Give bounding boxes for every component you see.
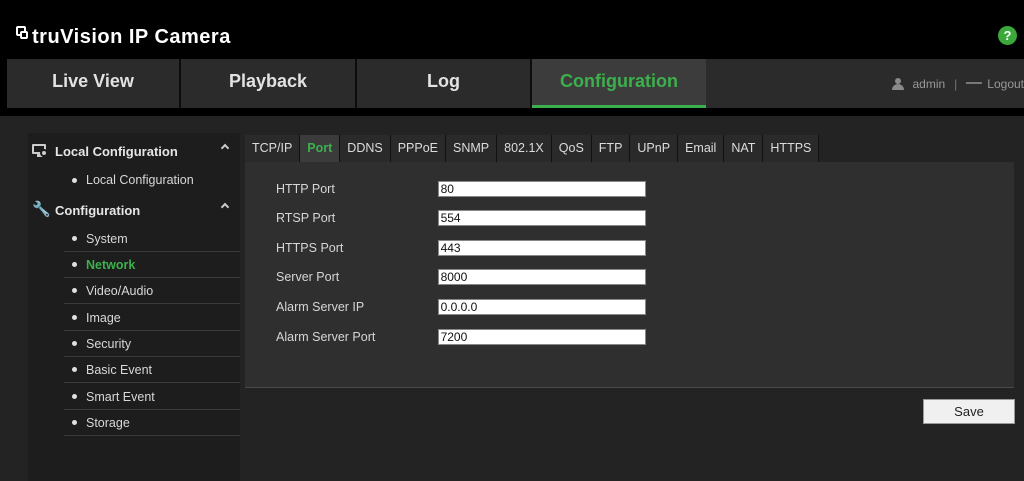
form-row-alarm-server-port: Alarm Server Port xyxy=(276,329,646,345)
brand-logo: truVision IP Camera xyxy=(14,12,231,48)
username: admin xyxy=(912,76,946,91)
sidebar-item-label: Security xyxy=(86,336,132,351)
user-area: admin | Logout xyxy=(892,59,1024,108)
field-label: Alarm Server IP xyxy=(276,300,365,314)
sidebar-item-label: Image xyxy=(86,310,121,325)
section-label: Configuration xyxy=(55,202,141,218)
app-title: truVision IP Camera xyxy=(32,26,231,48)
chevron-up-icon[interactable] xyxy=(220,202,230,212)
subtab-snmp[interactable]: SNMP xyxy=(446,135,498,162)
logout-link[interactable]: Logout xyxy=(987,77,1024,91)
alarm-server-ip-input[interactable] xyxy=(437,299,646,315)
sidebar-item-video-audio[interactable]: Video/Audio xyxy=(64,278,240,304)
logout-icon[interactable] xyxy=(966,82,983,87)
form-row-http-port: HTTP Port xyxy=(276,181,646,197)
tab-live-view[interactable]: Live View xyxy=(7,59,181,108)
network-subtabs: TCP/IP Port DDNS PPPoE SNMP 802.1X QoS F… xyxy=(245,135,820,162)
subtab-pppoe[interactable]: PPPoE xyxy=(390,135,447,162)
http-port-input[interactable] xyxy=(437,181,646,197)
sidebar-item-label: Smart Event xyxy=(86,389,155,404)
form-row-server-port: Server Port xyxy=(276,269,646,285)
tab-playback[interactable]: Playback xyxy=(181,59,357,108)
field-label: RTSP Port xyxy=(276,211,336,225)
sidebar-item-label: Local Configuration xyxy=(86,173,194,187)
https-port-input[interactable] xyxy=(437,240,646,256)
top-navigation: Live View Playback Log Configuration adm… xyxy=(7,59,1024,108)
save-button[interactable]: Save xyxy=(923,399,1015,424)
sidebar-item-image[interactable]: Image xyxy=(64,305,240,331)
sidebar-item-system[interactable]: System xyxy=(64,226,240,252)
field-label: Server Port xyxy=(276,270,340,284)
field-label: HTTPS Port xyxy=(276,241,344,255)
user-icon xyxy=(892,77,905,90)
bullet-icon xyxy=(72,341,77,346)
sidebar-item-label: Basic Event xyxy=(86,362,153,377)
tab-configuration[interactable]: Configuration xyxy=(532,59,706,108)
sidebar-item-storage[interactable]: Storage xyxy=(64,410,240,436)
sidebar: Local Configuration Local Configuration … xyxy=(28,133,240,481)
field-label: HTTP Port xyxy=(276,182,335,196)
subtab-qos[interactable]: QoS xyxy=(551,135,592,162)
subtab-tcpip[interactable]: TCP/IP xyxy=(245,135,301,162)
bullet-icon xyxy=(72,236,77,241)
subtab-email[interactable]: Email xyxy=(678,135,725,162)
bullet-icon xyxy=(72,262,77,267)
form-row-rtsp-port: RTSP Port xyxy=(276,210,646,226)
form-row-alarm-server-ip: Alarm Server IP xyxy=(276,299,646,315)
sidebar-section-local-configuration[interactable]: Local Configuration xyxy=(28,137,240,165)
truvision-logo-icon xyxy=(14,26,30,48)
subtab-ddns[interactable]: DDNS xyxy=(340,135,391,162)
sidebar-item-label: System xyxy=(86,231,128,246)
help-icon[interactable]: ? xyxy=(998,26,1017,45)
monitor-settings-icon xyxy=(32,144,48,158)
sidebar-item-smart-event[interactable]: Smart Event xyxy=(64,384,240,410)
subtab-nat[interactable]: NAT xyxy=(724,135,764,162)
sidebar-item-local-configuration[interactable]: Local Configuration xyxy=(64,167,240,193)
tab-log[interactable]: Log xyxy=(357,59,532,108)
sidebar-item-label: Storage xyxy=(86,415,130,430)
divider: | xyxy=(954,76,958,91)
sidebar-item-security[interactable]: Security xyxy=(64,331,240,357)
chevron-up-icon[interactable] xyxy=(220,143,230,153)
wrench-icon: 🔧 xyxy=(32,201,51,218)
sidebar-item-label: Video/Audio xyxy=(86,283,154,298)
bullet-icon xyxy=(72,367,77,372)
section-label: Local Configuration xyxy=(55,143,178,159)
subtab-ftp[interactable]: FTP xyxy=(591,135,631,162)
subtab-8021x[interactable]: 802.1X xyxy=(497,135,552,162)
server-port-input[interactable] xyxy=(437,269,646,285)
subtab-upnp[interactable]: UPnP xyxy=(630,135,679,162)
sidebar-item-basic-event[interactable]: Basic Event xyxy=(64,357,240,383)
subtab-https[interactable]: HTTPS xyxy=(763,135,820,162)
alarm-server-port-input[interactable] xyxy=(437,329,646,345)
bullet-icon xyxy=(72,420,77,425)
sidebar-item-label: Network xyxy=(86,257,136,272)
rtsp-port-input[interactable] xyxy=(437,210,646,226)
form-row-https-port: HTTPS Port xyxy=(276,240,646,256)
sidebar-item-network[interactable]: Network xyxy=(64,252,240,278)
sidebar-section-configuration[interactable]: 🔧 Configuration xyxy=(28,196,240,224)
subtab-port[interactable]: Port xyxy=(300,135,341,162)
bullet-icon xyxy=(72,394,77,399)
port-settings-panel: HTTP Port RTSP Port HTTPS Port Server Po… xyxy=(245,162,1014,388)
bullet-icon xyxy=(72,177,77,183)
field-label: Alarm Server Port xyxy=(276,330,376,344)
bullet-icon xyxy=(72,315,77,320)
bullet-icon xyxy=(72,288,77,293)
